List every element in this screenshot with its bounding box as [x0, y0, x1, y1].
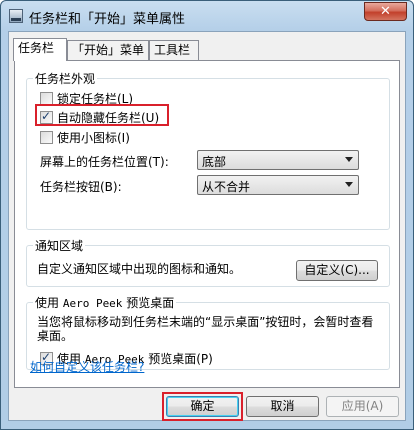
- taskbar-buttons-value: 从不合并: [202, 180, 251, 194]
- lock-taskbar-checkbox[interactable]: 锁定任务栏(L): [40, 90, 133, 107]
- chevron-down-icon: [345, 157, 353, 162]
- group-title-notification: 通知区域: [33, 237, 86, 254]
- tab-toolbars[interactable]: 工具栏: [149, 40, 199, 60]
- aero-peek-description: 当您将鼠标移动到任务栏末端的“显示桌面”按钮时，会暂时查看桌面。: [37, 315, 374, 343]
- apply-button[interactable]: 应用(A): [326, 396, 399, 417]
- tab-taskbar-active-label: 任务栏: [18, 41, 55, 55]
- small-icons-label: 使用小图标(I): [57, 131, 130, 145]
- help-link[interactable]: 如何自定义该任务栏?: [30, 358, 144, 375]
- dialog-client-area: 任务栏 「开始」菜单 工具栏 任务栏 任务栏外观 锁定任务栏(L) 自动隐藏任务…: [8, 31, 406, 421]
- small-icons-checkbox[interactable]: 使用小图标(I): [40, 129, 130, 146]
- tab-start-menu-label: 「开始」菜单: [72, 43, 145, 57]
- tab-toolbars-label: 工具栏: [154, 43, 191, 57]
- close-button[interactable]: ✕: [364, 2, 407, 21]
- aero-peek-title-suffix: 预览桌面: [122, 296, 175, 310]
- window-title: 任务栏和「开始」菜单属性: [29, 12, 186, 27]
- taskbar-location-dropdown[interactable]: 底部: [197, 150, 359, 170]
- tab-panel-taskbar: 任务栏外观 锁定任务栏(L) 自动隐藏任务栏(U) 使用小图标(I) 屏幕上的任…: [14, 60, 400, 388]
- group-title-aero-peek: 使用 Aero Peek 预览桌面: [33, 294, 177, 311]
- tab-start-menu[interactable]: 「开始」菜单: [67, 40, 149, 60]
- aero-peek-label-suffix: 预览桌面(P): [144, 352, 213, 366]
- lock-taskbar-box[interactable]: [40, 92, 53, 105]
- auto-hide-label: 自动隐藏任务栏(U): [57, 111, 160, 125]
- chevron-down-icon: [345, 182, 353, 187]
- ok-button[interactable]: 确定: [166, 396, 239, 417]
- small-icons-box[interactable]: [40, 131, 53, 144]
- group-title-appearance: 任务栏外观: [33, 70, 98, 87]
- cancel-button[interactable]: 取消: [246, 396, 319, 417]
- title-bar[interactable]: 任务栏和「开始」菜单属性 ✕: [1, 1, 413, 31]
- taskbar-location-value: 底部: [202, 155, 227, 169]
- aero-peek-title-mono: Aero Peek: [62, 297, 123, 310]
- tab-taskbar-active[interactable]: 任务栏: [13, 38, 67, 61]
- aero-peek-title-prefix: 使用: [35, 296, 63, 310]
- notification-description: 自定义通知区域中出现的图标和通知。: [37, 262, 242, 276]
- taskbar-buttons-label: 任务栏按钮(B):: [40, 180, 122, 194]
- dialog-window: 任务栏和「开始」菜单属性 ✕ 任务栏 「开始」菜单 工具栏 任务栏 任务栏外观 …: [0, 0, 414, 430]
- auto-hide-box[interactable]: [40, 109, 53, 124]
- auto-hide-checkbox[interactable]: 自动隐藏任务栏(U): [40, 109, 159, 126]
- taskbar-buttons-dropdown[interactable]: 从不合并: [197, 175, 359, 195]
- taskbar-app-icon: [9, 9, 23, 23]
- taskbar-location-label: 屏幕上的任务栏位置(T):: [40, 155, 169, 169]
- lock-taskbar-label: 锁定任务栏(L): [57, 92, 134, 106]
- customize-notification-button[interactable]: 自定义(C)...: [296, 260, 378, 281]
